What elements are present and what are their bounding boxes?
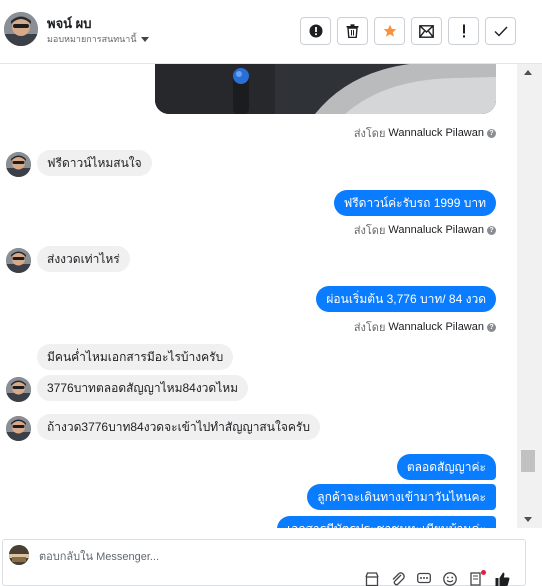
incoming-message[interactable]: ถ้างวด3776บาท84งวดจะเข้าไปทำสัญญาสนใจครั…: [37, 414, 320, 440]
caret-down-icon: [140, 36, 149, 42]
sender-name[interactable]: Wannaluck Pilawan: [388, 224, 484, 236]
assign-conversation-label: มอบหมายการสนทนานี้: [47, 34, 137, 44]
trash-icon: [346, 24, 359, 38]
incoming-message[interactable]: มีคนค่ำไหมเอกสารมีอะไรบ้างครับ: [37, 344, 234, 370]
contact-name[interactable]: พจน์ ผบ: [47, 13, 92, 34]
star-icon: [383, 24, 396, 37]
page-avatar: [9, 545, 29, 565]
emoji-icon[interactable]: [442, 572, 458, 586]
sent-by-line: ส่งโดย Wannaluck Pilawan ?: [354, 221, 496, 239]
sender-name[interactable]: Wannaluck Pilawan: [388, 127, 484, 139]
assign-conversation-dropdown[interactable]: มอบหมายการสนทนานี้: [47, 32, 149, 46]
sent-by-label: ส่งโดย: [353, 322, 386, 334]
sent-by-line: ส่งโดย Wannaluck Pilawan ?: [354, 124, 496, 142]
conversation-toolbar: [300, 17, 516, 45]
sent-by-label: ส่งโดย: [353, 225, 386, 237]
notification-dot: [481, 570, 486, 575]
message-thread: ส่งโดย Wannaluck Pilawan ? ฟรีดาวน์ไหมสน…: [0, 64, 517, 528]
flag-spam-button[interactable]: [300, 17, 331, 45]
paperclip-icon[interactable]: [390, 572, 406, 586]
sender-name[interactable]: Wannaluck Pilawan: [388, 321, 484, 333]
image-attachment[interactable]: [155, 64, 496, 114]
help-icon[interactable]: ?: [487, 128, 496, 138]
envelope-icon: [419, 24, 434, 38]
sent-by-label: ส่งโดย: [353, 128, 386, 140]
contact-avatar-small[interactable]: [6, 152, 31, 177]
outgoing-message[interactable]: ฟรีดาวน์ค่ะรับรถ 1999 บาท: [333, 190, 496, 216]
incoming-message[interactable]: ฟรีดาวน์ไหมสนใจ: [37, 150, 152, 176]
composer-actions: [364, 570, 510, 586]
sent-by-line: ส่งโดย Wannaluck Pilawan ?: [354, 318, 496, 336]
checkmark-icon: [494, 26, 508, 37]
outgoing-message[interactable]: ตลอดสัญญาค่ะ: [396, 454, 496, 480]
exclamation-icon: [462, 24, 465, 38]
thread-scrollbar[interactable]: [517, 64, 542, 528]
mark-done-button[interactable]: [485, 17, 516, 45]
follow-up-button[interactable]: [448, 17, 479, 45]
mark-unread-button[interactable]: [411, 17, 442, 45]
alert-circle-icon: [309, 24, 322, 38]
help-icon[interactable]: ?: [487, 322, 496, 332]
scroll-down-arrow-icon[interactable]: [524, 517, 532, 522]
incoming-message[interactable]: 3776บาทตลอดสัญญาไหม84งวดไหม: [37, 375, 249, 401]
delete-button[interactable]: [337, 17, 368, 45]
reply-input[interactable]: [39, 550, 339, 564]
help-icon[interactable]: ?: [487, 225, 496, 235]
contact-avatar-small[interactable]: [6, 377, 31, 402]
scroll-up-arrow-icon[interactable]: [524, 70, 532, 75]
scroll-thumb[interactable]: [521, 450, 535, 472]
outgoing-message[interactable]: ผ่อนเริ่มต้น 3,776 บาท/ 84 งวด: [316, 286, 496, 312]
shop-icon[interactable]: [364, 572, 380, 586]
outgoing-message[interactable]: ลูกค้าจะเดินทางเข้ามาวันไหนคะ: [307, 484, 496, 510]
saved-replies-icon[interactable]: [416, 572, 432, 586]
appointment-icon[interactable]: [468, 570, 486, 586]
thumbs-up-icon[interactable]: [494, 572, 510, 586]
outgoing-message[interactable]: เอกสารมีบัตรประชาชนทะเบียนบ้านค่ะ: [277, 516, 496, 528]
contact-avatar-small[interactable]: [6, 416, 31, 441]
contact-avatar[interactable]: [4, 12, 38, 46]
star-button[interactable]: [374, 17, 405, 45]
contact-avatar-small[interactable]: [6, 248, 31, 273]
incoming-message[interactable]: ส่งงวดเท่าไหร่: [37, 246, 130, 272]
conversation-header: พจน์ ผบ มอบหมายการสนทนานี้: [0, 0, 542, 64]
